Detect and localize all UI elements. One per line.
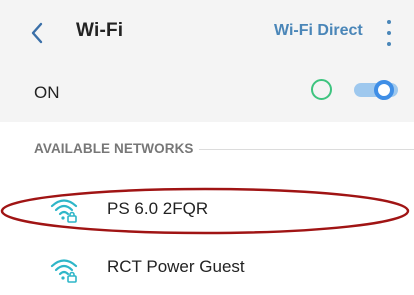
wifi-toggle-switch[interactable]	[352, 80, 400, 100]
back-button[interactable]	[24, 19, 50, 47]
app-header: Wi-Fi Wi-Fi Direct	[0, 0, 414, 67]
wifi-toggle-row[interactable]: ON	[0, 66, 414, 122]
available-networks-header: AVAILABLE NETWORKS	[34, 141, 194, 156]
wifi-lock-icon	[50, 199, 78, 223]
chevron-left-icon	[31, 22, 43, 44]
wifi-lock-icon	[50, 259, 78, 283]
wifi-status-label: ON	[34, 83, 60, 102]
connection-status-icon	[311, 79, 332, 100]
section-divider	[199, 149, 414, 150]
toggle-thumb	[374, 80, 394, 100]
wifi-direct-button[interactable]: Wi-Fi Direct	[274, 22, 363, 40]
page-title: Wi-Fi	[76, 20, 124, 41]
network-item[interactable]: PS 6.0 2FQR	[0, 185, 414, 235]
more-vert-icon	[387, 20, 391, 24]
more-options-button[interactable]	[380, 20, 398, 46]
network-name: PS 6.0 2FQR	[107, 199, 209, 218]
network-name: RCT Power Guest	[107, 257, 245, 276]
network-item[interactable]: RCT Power Guest	[0, 245, 414, 295]
